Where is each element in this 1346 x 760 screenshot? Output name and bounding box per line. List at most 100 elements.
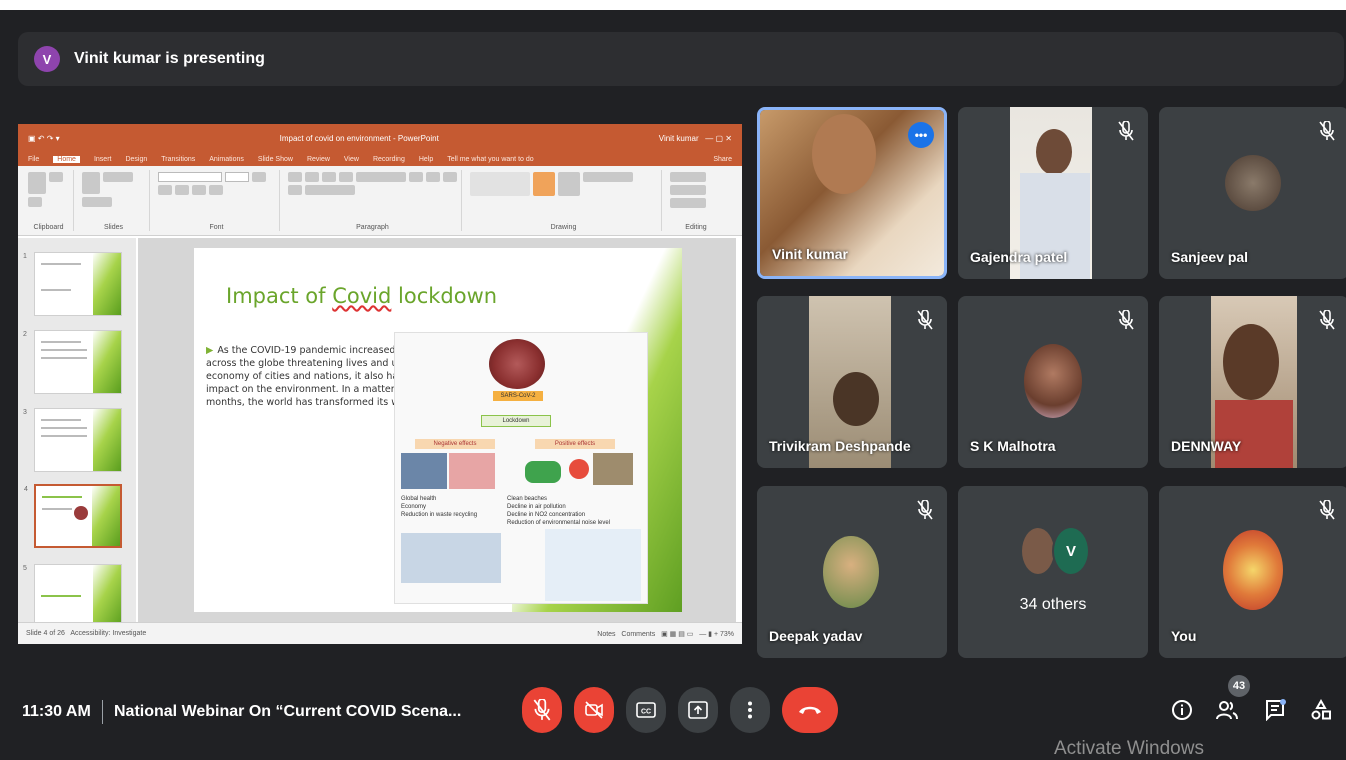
tab-slideshow[interactable]: Slide Show (258, 156, 293, 163)
mask-image (401, 453, 447, 489)
positive-list: Clean beaches Decline in air pollution D… (507, 496, 611, 526)
more-options-icon[interactable]: ••• (908, 122, 934, 148)
ppt-titlebar: ▣ ↶ ↷ ▾ Impact of covid on environment -… (18, 124, 742, 152)
captions-icon: CC (636, 702, 656, 718)
tell-me-search[interactable]: Tell me what you want to do (447, 156, 533, 163)
participant-name: Trivikram Deshpande (769, 438, 911, 454)
present-button[interactable] (678, 687, 718, 733)
tab-file[interactable]: File (28, 156, 39, 163)
slide-thumbnail[interactable]: 3 (23, 408, 122, 472)
top-edge (0, 0, 1346, 10)
present-screen-icon (688, 701, 708, 719)
slide-title: Impact of Covid lockdown (226, 284, 498, 308)
tab-view[interactable]: View (344, 156, 359, 163)
tab-transitions[interactable]: Transitions (161, 156, 195, 163)
zoom-level[interactable]: 73% (720, 631, 734, 638)
mic-off-icon (917, 500, 933, 520)
ppt-statusbar: Slide 4 of 26 Accessibility: Investigate… (18, 622, 742, 644)
participant-tile-you[interactable]: You (1159, 486, 1346, 658)
chat-button[interactable] (1262, 697, 1288, 723)
ribbon-group-drawing[interactable]: Drawing (466, 170, 662, 231)
more-options-button[interactable] (730, 687, 770, 733)
leave-call-button[interactable] (782, 687, 838, 733)
tab-review[interactable]: Review (307, 156, 330, 163)
hang-up-icon (799, 706, 821, 714)
captions-button[interactable]: CC (626, 687, 666, 733)
participant-tile-sanjeev[interactable]: Sanjeev pal (1159, 107, 1346, 279)
participant-body (1215, 400, 1293, 468)
comments-button[interactable]: Comments (621, 631, 655, 638)
mic-off-icon (1319, 500, 1335, 520)
participant-name: Gajendra patel (970, 249, 1068, 265)
chart-map-image (545, 529, 641, 601)
slide-editor: Impact of Covid lockdown ▶ As the COVID-1… (138, 238, 736, 622)
participant-tile-deepak[interactable]: Deepak yadav (757, 486, 947, 658)
participant-name: You (1171, 628, 1197, 644)
others-count: 34 others (1019, 596, 1087, 613)
virus-label: SARS-CoV-2 (493, 391, 543, 401)
meeting-time: 11:30 AM (22, 703, 91, 720)
mic-off-icon (1118, 121, 1134, 141)
slide-thumbnail[interactable]: 5 (23, 564, 122, 628)
negative-effects-label: Negative effects (415, 439, 495, 449)
participant-tile-gajendra[interactable]: Gajendra patel (958, 107, 1148, 279)
presenting-banner: V Vinit kumar is presenting (18, 32, 1344, 86)
covid-effects-figure: SARS-CoV-2 Lockdown Negative effects Pos… (394, 332, 648, 604)
tab-design[interactable]: Design (125, 156, 147, 163)
tab-home[interactable]: Home (53, 155, 80, 163)
tab-insert[interactable]: Insert (94, 156, 112, 163)
camera-off-icon (585, 701, 603, 719)
ppt-window-title: Impact of covid on environment - PowerPo… (279, 133, 439, 143)
participant-avatar (1024, 344, 1082, 418)
participant-tile-dennway[interactable]: DENNWAY (1159, 296, 1346, 468)
activities-icon (1311, 699, 1331, 720)
meeting-details-button[interactable] (1169, 697, 1195, 723)
slide-count: Slide 4 of 26 (26, 630, 65, 637)
ppt-quick-access-icon[interactable]: ▣ ↶ ↷ ▾ (28, 134, 60, 143)
others-avatar-photo (1020, 526, 1056, 576)
participant-face (1036, 129, 1072, 175)
camera-toggle-button[interactable] (574, 687, 614, 733)
info-icon (1172, 700, 1192, 720)
tab-animations[interactable]: Animations (209, 156, 244, 163)
slide-thumbnail[interactable]: 1 (23, 252, 122, 316)
ribbon-group-slides[interactable]: Slides (78, 170, 150, 231)
lungs-image (449, 453, 495, 489)
participant-tile-malhotra[interactable]: S K Malhotra (958, 296, 1148, 468)
participant-face (812, 114, 876, 194)
share-button[interactable]: Share (713, 156, 732, 163)
negative-list: Global health Economy Reduction in waste… (401, 496, 478, 518)
ribbon-group-font[interactable]: Font (154, 170, 280, 231)
mic-off-icon (533, 699, 551, 721)
ppt-user: Vinit kumar (658, 133, 699, 143)
meeting-title[interactable]: National Webinar On “Current COVID Scena… (114, 703, 461, 721)
participant-tile-others[interactable]: V 34 others (958, 486, 1148, 658)
world-map-image (401, 533, 501, 583)
people-button[interactable] (1214, 697, 1240, 723)
car-image (525, 461, 561, 483)
ribbon-group-editing[interactable]: Editing (666, 170, 726, 231)
ribbon-group-clipboard[interactable]: Clipboard (24, 170, 74, 231)
slide-thumbnail-selected[interactable]: 4 (24, 484, 122, 548)
accessibility-status[interactable]: Accessibility: Investigate (70, 630, 146, 637)
participant-name: DENNWAY (1171, 438, 1242, 454)
tab-recording[interactable]: Recording (373, 156, 405, 163)
chat-icon (1266, 699, 1286, 721)
current-slide[interactable]: Impact of Covid lockdown ▶ As the COVID-1… (194, 248, 682, 612)
lockdown-label: Lockdown (481, 415, 551, 427)
activities-button[interactable] (1308, 697, 1334, 723)
mic-toggle-button[interactable] (522, 687, 562, 733)
participant-tile-vinit[interactable]: ••• Vinit kumar (757, 107, 947, 279)
participant-tile-trivikram[interactable]: Trivikram Deshpande (757, 296, 947, 468)
people-icon (1216, 701, 1238, 720)
slide-thumbnail[interactable]: 2 (23, 330, 122, 394)
shared-screen[interactable]: ▣ ↶ ↷ ▾ Impact of covid on environment -… (18, 124, 742, 644)
more-vert-icon (748, 701, 752, 719)
participant-face (1223, 324, 1279, 400)
notes-button[interactable]: Notes (597, 631, 615, 638)
mic-off-icon (917, 310, 933, 330)
tab-help[interactable]: Help (419, 156, 433, 163)
ribbon-group-paragraph[interactable]: Paragraph (284, 170, 462, 231)
participant-name: Vinit kumar (772, 246, 848, 262)
divider (102, 700, 103, 724)
